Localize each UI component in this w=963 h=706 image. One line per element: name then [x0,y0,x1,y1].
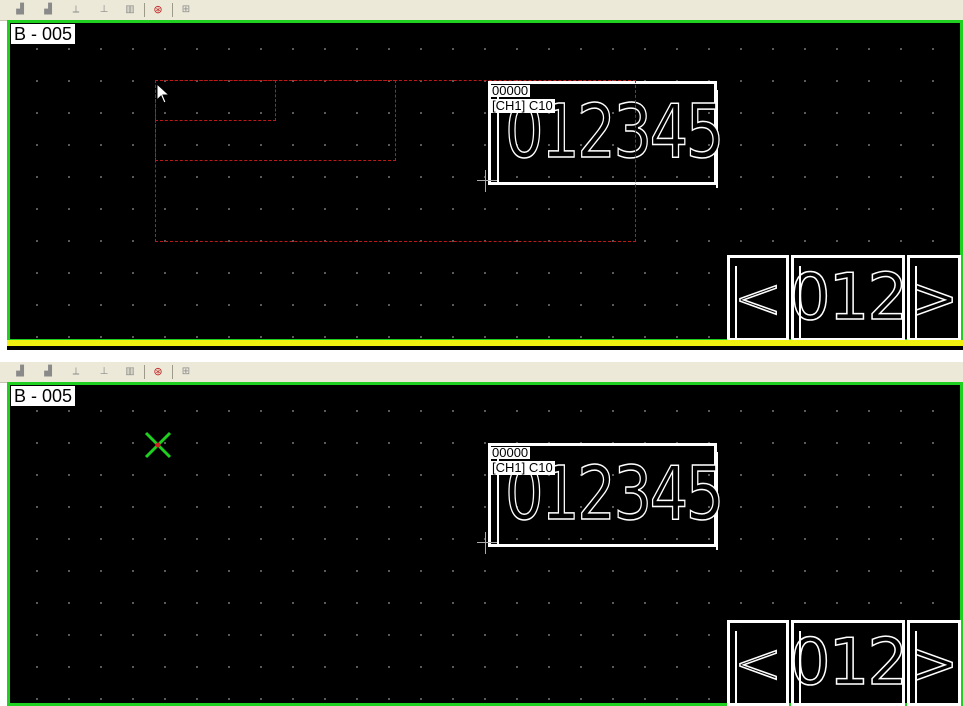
button-edge [799,266,801,338]
nav-group: < 012 > [727,255,961,341]
nav-group: < 012 > [727,620,961,706]
selection-rect [155,80,636,242]
page-number-display[interactable]: 012 [789,255,909,341]
address-tag: 00000 [490,445,531,460]
channel-tag: [CH1] C10 [490,460,555,475]
prev-button[interactable]: < [727,620,789,706]
divider [7,346,963,350]
screen-label: B - 005 [11,24,76,44]
toolbar-icon[interactable]: ▟ [12,3,28,16]
toolbar-icon[interactable]: ⊥ [96,365,112,378]
toolbar-icon[interactable]: ▟ [40,365,56,378]
screen-canvas[interactable]: B - 005 012345 00000 [CH1] C10 < 012 > [7,382,963,706]
anchor-crosshair [485,532,486,554]
page-number-display[interactable]: 012 [789,620,909,706]
button-edge [915,631,917,703]
numeric-display[interactable]: 012345 00000 [CH1] C10 [477,443,725,554]
toolbar-icon[interactable]: ⊞ [178,365,194,378]
toolbar-icon[interactable]: ⟂ [68,3,84,16]
toolbar-icon[interactable]: ⊥ [96,3,112,16]
toolbar: ▟ ▟ ⟂ ⊥ ▥ ⊛ ⊞ [0,362,963,383]
toolbar-separator [172,365,173,379]
mouse-pointer-icon [156,83,171,104]
toolbar-separator [172,3,173,17]
button-edge [799,631,801,703]
button-edge [735,266,737,338]
prev-button[interactable]: < [727,255,789,341]
toolbar-icon[interactable]: ⊛ [150,365,166,378]
button-edge [735,631,737,703]
toolbar-separator [144,365,145,379]
editor-panel-top: ▟ ▟ ⟂ ⊥ ▥ ⊛ ⊞ B - 005 012345 00000 [CH1]… [0,0,963,352]
screen-canvas[interactable]: B - 005 012345 00000 [CH1] C10 < 012 > [7,20,963,342]
toolbar-icon[interactable]: ▟ [40,3,56,16]
next-button[interactable]: > [907,255,961,341]
button-edge [915,266,917,338]
toolbar-icon[interactable]: ▟ [12,365,28,378]
toolbar: ▟ ▟ ⟂ ⊥ ▥ ⊛ ⊞ [0,0,963,21]
toolbar-icon[interactable]: ⟂ [68,365,84,378]
toolbar-separator [144,3,145,17]
toolbar-icon[interactable]: ▥ [122,3,138,16]
toolbar-icon[interactable]: ⊞ [178,3,194,16]
toolbar-icon[interactable]: ▥ [122,365,138,378]
editor-panel-bottom: ▟ ▟ ⟂ ⊥ ▥ ⊛ ⊞ B - 005 012345 00000 [CH1]… [0,362,963,706]
x-marker-icon [144,431,172,459]
anchor-crosshair [477,542,497,543]
toolbar-icon[interactable]: ⊛ [150,3,166,16]
screen-label: B - 005 [11,386,76,406]
next-button[interactable]: > [907,620,961,706]
